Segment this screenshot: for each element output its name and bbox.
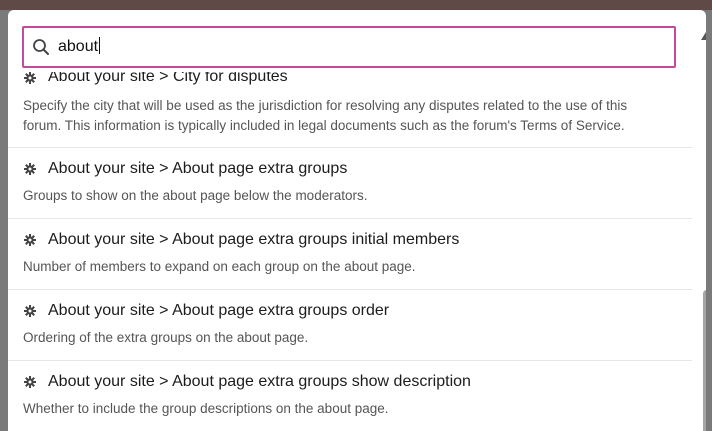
result-description: Whether to include the group description…: [23, 401, 389, 416]
gear-icon: [24, 234, 36, 246]
result-item[interactable]: About your site > About page extra group…: [8, 290, 692, 361]
text-caret: [99, 37, 101, 54]
result-title: About your site > About page extra group…: [48, 373, 471, 390]
result-title: About your site > About page extra group…: [48, 231, 460, 248]
scroll-up-arrow-icon[interactable]: [701, 32, 706, 40]
result-item[interactable]: About your site > About page extra group…: [8, 361, 692, 431]
result-description: Groups to show on the about page below t…: [23, 188, 368, 203]
result-title: About your site > City for disputes: [48, 72, 288, 85]
search-icon: [33, 39, 49, 55]
gear-icon: [24, 305, 36, 317]
backdrop-header: [0, 0, 712, 10]
gear-icon: [24, 72, 36, 84]
search-field[interactable]: about: [22, 26, 676, 68]
result-description: Specify the city that will be used as th…: [23, 98, 628, 133]
result-description: Number of members to expand on each grou…: [23, 259, 416, 274]
result-title: About your site > About page extra group…: [48, 302, 390, 319]
gear-icon: [24, 376, 36, 388]
result-item[interactable]: About your site > About page extra group…: [8, 148, 692, 219]
result-title: About your site > About page extra group…: [48, 160, 348, 177]
result-item[interactable]: About your site > About page extra group…: [8, 219, 692, 290]
settings-search-modal: about About your site > City for dispute…: [8, 10, 706, 431]
gear-icon: [24, 163, 36, 175]
scroll-thumb[interactable]: [703, 290, 706, 431]
search-results-list: About your site > City for disputes Spec…: [8, 72, 692, 431]
result-description: Ordering of the extra groups on the abou…: [23, 330, 309, 345]
search-input[interactable]: about: [58, 37, 101, 56]
result-item[interactable]: About your site > City for disputes Spec…: [8, 72, 692, 148]
results-scrollbar[interactable]: [698, 28, 706, 431]
